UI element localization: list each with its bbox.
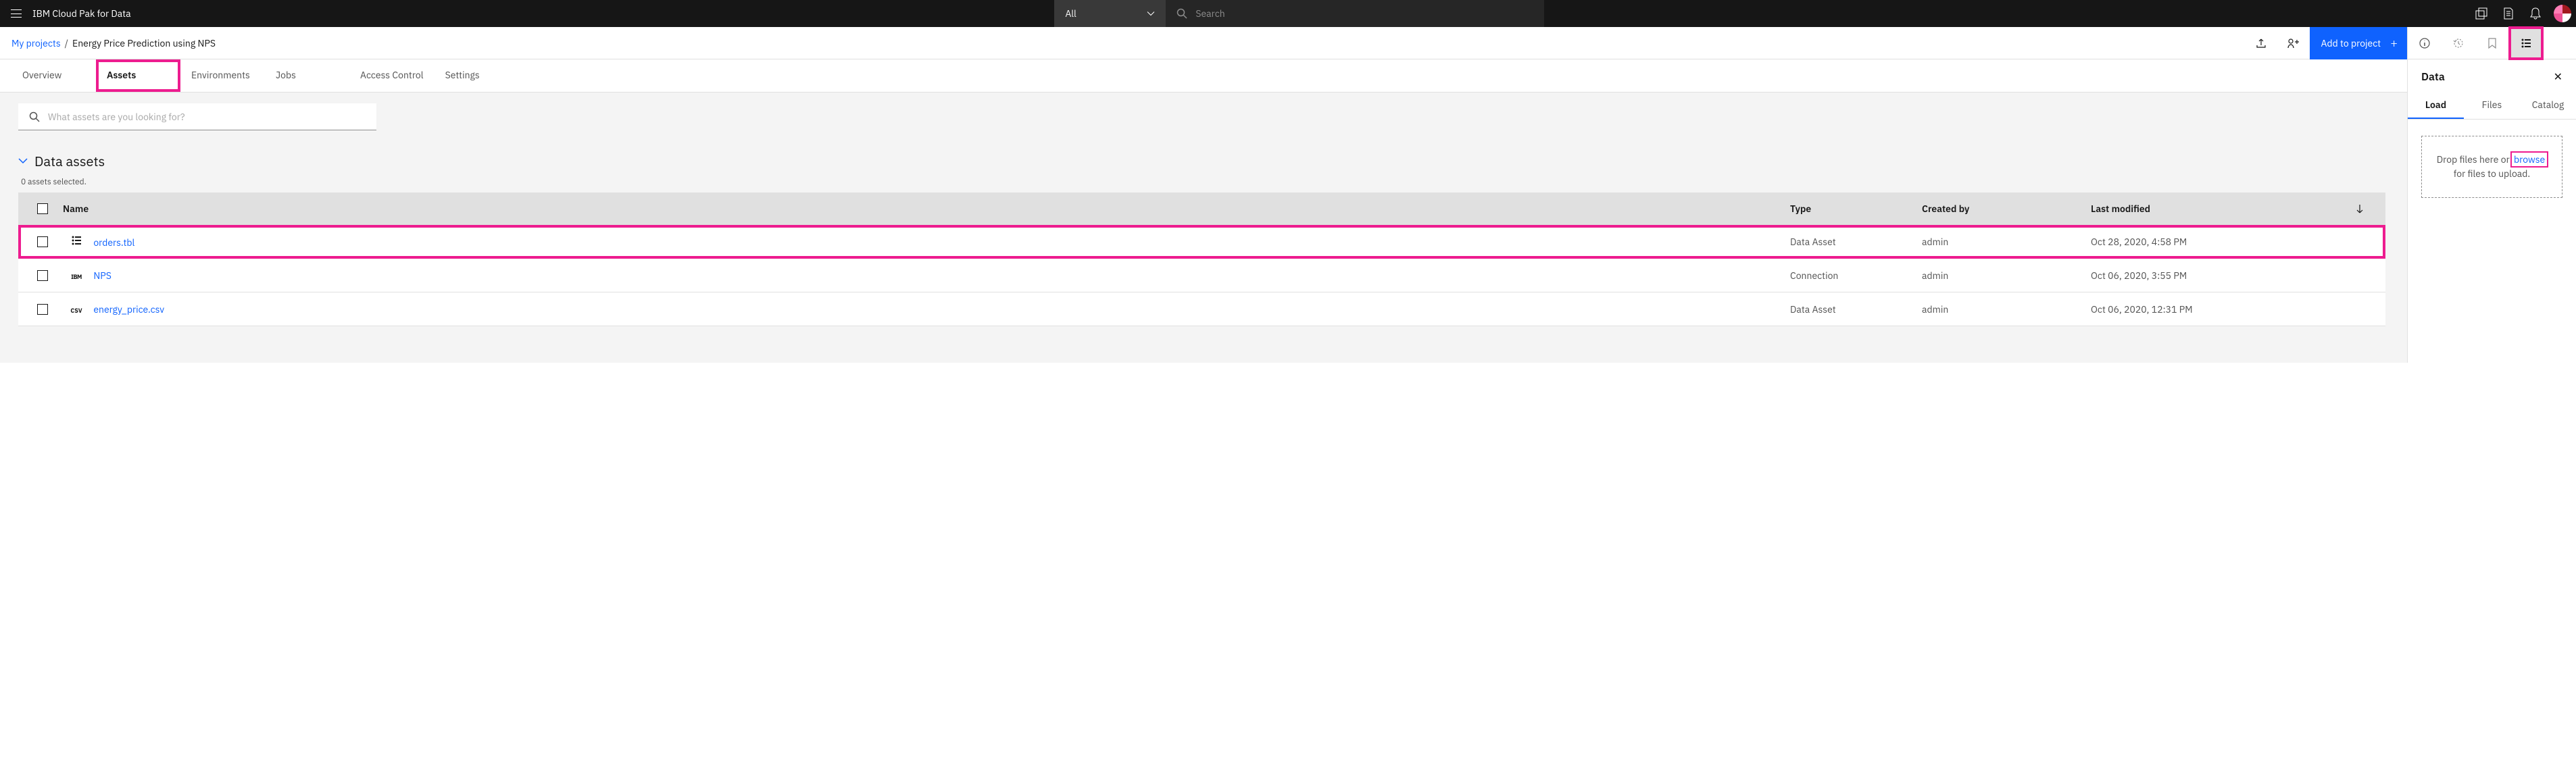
table-header: Name Type Created by Last modified: [18, 192, 2385, 225]
browse-link[interactable]: browse: [2512, 153, 2547, 166]
hamburger-icon: [11, 9, 22, 18]
hamburger-menu[interactable]: [0, 0, 32, 27]
close-icon[interactable]: ✕: [2554, 70, 2562, 84]
asset-link[interactable]: NPS: [93, 270, 112, 282]
side-panel-icons: [2408, 27, 2576, 59]
chevron-down-icon: [1147, 11, 1155, 16]
data-table: Name Type Created by Last modified orde: [18, 192, 2385, 326]
tab-overview[interactable]: Overview: [11, 59, 96, 92]
drop-text-post: for files to upload.: [2454, 168, 2530, 180]
section-title: Data assets: [34, 152, 105, 170]
side-panel: Data ✕ Load Files Catalog Drop files her…: [2407, 27, 2576, 363]
catalog-icon[interactable]: [2468, 0, 2495, 27]
data-tab-load[interactable]: Load: [2408, 92, 2464, 119]
search-icon: [1176, 8, 1187, 19]
history-icon[interactable]: [2442, 27, 2475, 59]
data-panel-header: Data ✕: [2408, 59, 2576, 92]
content-body: Data assets 0 assets selected. Name Type…: [0, 93, 2407, 363]
row-checkbox[interactable]: [37, 304, 48, 315]
table-row[interactable]: CSV energy_price.csv Data Asset admin Oc…: [18, 292, 2385, 326]
data-view-icon[interactable]: [2509, 27, 2543, 59]
content-area: My projects / Energy Price Prediction us…: [0, 27, 2407, 363]
drop-text-pre: Drop files here or: [2437, 153, 2512, 165]
connection-icon: IBM: [70, 274, 83, 281]
avatar-icon[interactable]: [2549, 0, 2576, 27]
main-area: My projects / Energy Price Prediction us…: [0, 27, 2576, 363]
cell-last-modified: Oct 06, 2020, 3:55 PM: [2091, 270, 2375, 282]
col-header-name[interactable]: Name: [56, 203, 1790, 215]
add-to-project-label: Add to project: [2321, 37, 2381, 49]
col-header-type[interactable]: Type: [1790, 203, 1922, 215]
search-bar[interactable]: [1166, 0, 1544, 27]
table-row[interactable]: IBM NPS Connection admin Oct 06, 2020, 3…: [18, 259, 2385, 292]
notification-icon[interactable]: [2522, 0, 2549, 27]
asset-search[interactable]: [18, 103, 376, 130]
select-all-checkbox[interactable]: [37, 203, 48, 214]
tab-environments[interactable]: Environments: [180, 59, 265, 92]
filter-dropdown[interactable]: All: [1054, 0, 1166, 27]
table-row[interactable]: orders.tbl Data Asset admin Oct 28, 2020…: [18, 225, 2385, 259]
cell-last-modified: Oct 28, 2020, 4:58 PM: [2091, 236, 2375, 248]
data-tabs: Load Files Catalog: [2408, 92, 2576, 120]
share-icon[interactable]: [2277, 27, 2310, 59]
csv-icon: CSV: [70, 307, 83, 315]
data-asset-icon: [70, 235, 83, 246]
cell-type: Data Asset: [1790, 303, 1922, 315]
sort-arrow-icon: [2356, 204, 2364, 213]
row-checkbox[interactable]: [37, 236, 48, 247]
asset-link[interactable]: orders.tbl: [93, 236, 134, 249]
selection-count: 0 assets selected.: [21, 177, 2385, 187]
breadcrumb-root[interactable]: My projects: [11, 37, 61, 49]
col-header-last-modified[interactable]: Last modified: [2091, 203, 2375, 215]
cell-created-by: admin: [1922, 270, 2091, 282]
asset-search-input[interactable]: [48, 111, 366, 123]
drop-zone[interactable]: Drop files here or browse for files to u…: [2421, 136, 2562, 198]
info-icon[interactable]: [2408, 27, 2442, 59]
tab-assets[interactable]: Assets: [96, 59, 180, 92]
export-icon[interactable]: [2245, 27, 2277, 59]
search-input[interactable]: [1195, 7, 1533, 20]
data-panel-title: Data: [2421, 70, 2445, 84]
top-bar: IBM Cloud Pak for Data All: [0, 0, 2576, 27]
col-header-created-by[interactable]: Created by: [1922, 203, 2091, 215]
tab-settings[interactable]: Settings: [435, 59, 519, 92]
plus-icon: +: [2390, 35, 2398, 51]
section-header: Data assets: [18, 152, 2385, 170]
app-title: IBM Cloud Pak for Data: [32, 7, 131, 20]
chevron-down-icon[interactable]: [18, 158, 28, 164]
search-icon: [29, 111, 40, 122]
row-checkbox[interactable]: [37, 270, 48, 281]
breadcrumb-current: Energy Price Prediction using NPS: [72, 37, 216, 49]
filter-label: All: [1065, 7, 1076, 20]
sub-header: My projects / Energy Price Prediction us…: [0, 27, 2407, 59]
document-icon[interactable]: [2495, 0, 2522, 27]
tab-access-control[interactable]: Access Control: [349, 59, 435, 92]
cell-type: Connection: [1790, 270, 1922, 282]
cell-created-by: admin: [1922, 236, 2091, 248]
cell-last-modified: Oct 06, 2020, 12:31 PM: [2091, 303, 2375, 315]
bookmark-icon[interactable]: [2475, 27, 2509, 59]
asset-link[interactable]: energy_price.csv: [93, 303, 164, 315]
add-to-project-button[interactable]: Add to project +: [2310, 27, 2407, 59]
data-tab-files[interactable]: Files: [2464, 92, 2520, 119]
project-tabs: Overview Assets Environments Jobs Access…: [0, 59, 2407, 93]
cell-created-by: admin: [1922, 303, 2091, 315]
breadcrumb-separator: /: [65, 37, 68, 49]
cell-type: Data Asset: [1790, 236, 1922, 248]
breadcrumb: My projects / Energy Price Prediction us…: [11, 37, 216, 49]
data-tab-catalog[interactable]: Catalog: [2520, 92, 2576, 119]
tab-jobs[interactable]: Jobs: [265, 59, 349, 92]
